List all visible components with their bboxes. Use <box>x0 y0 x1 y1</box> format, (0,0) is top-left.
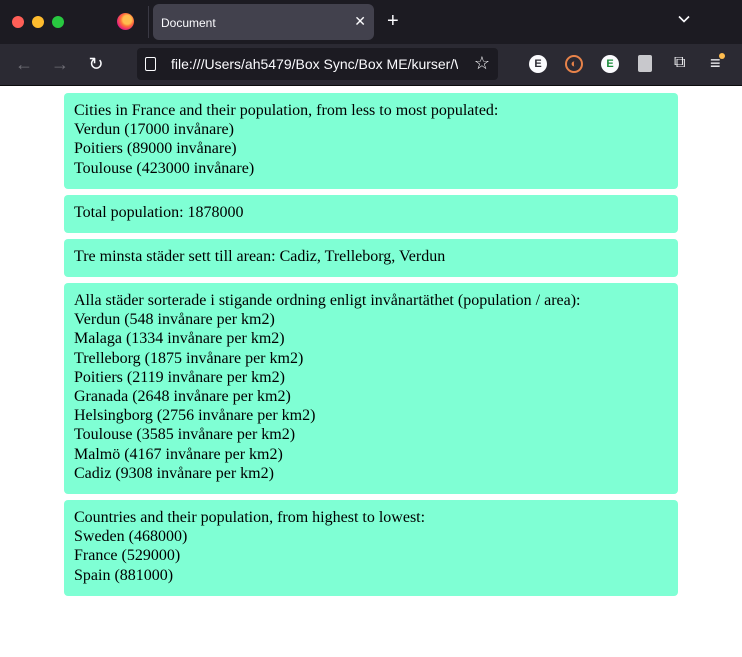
close-tab-icon[interactable]: ✕ <box>354 13 366 30</box>
extension-green-e-icon[interactable]: E <box>601 55 619 73</box>
cities-population-box: Cities in France and their population, f… <box>64 93 678 189</box>
extension-moon-icon[interactable]: ◐ <box>565 55 583 73</box>
countries-heading: Countries and their population, from hig… <box>74 509 426 526</box>
list-item: Sweden (468000) <box>74 528 188 546</box>
smallest-area-box: Tre minsta städer sett till arean: Cadiz… <box>64 239 678 277</box>
list-item: France (529000) <box>74 547 181 565</box>
list-item: Cadiz (9308 invånare per km2) <box>74 464 274 482</box>
minimize-window-button[interactable] <box>32 16 44 28</box>
extension-e-icon[interactable]: E <box>529 55 547 73</box>
list-item: Trelleborg (1875 invånare per km2) <box>74 349 304 367</box>
page-icon <box>145 57 156 71</box>
tab-divider <box>148 6 149 38</box>
extensions-puzzle-icon[interactable]: ⧉ <box>674 54 685 72</box>
reload-button[interactable]: ↻ <box>86 54 106 74</box>
extension-document-icon[interactable] <box>638 55 652 72</box>
forward-button[interactable]: → <box>50 54 70 74</box>
maximize-window-button[interactable] <box>52 16 64 28</box>
window-controls <box>12 16 64 28</box>
page-content: Cities in France and their population, f… <box>0 86 742 657</box>
close-window-button[interactable] <box>12 16 24 28</box>
url-bar[interactable]: file:///Users/ah5479/Box Sync/Box ME/kur… <box>137 48 498 80</box>
density-heading: Alla städer sorterade i stigande ordning… <box>74 292 581 309</box>
list-item: Malmö (4167 invånare per km2) <box>74 445 283 463</box>
list-item: Spain (881000) <box>74 566 174 584</box>
countries-population-box: Countries and their population, from hig… <box>64 500 678 596</box>
list-item: Verdun (548 invånare per km2) <box>74 311 275 329</box>
list-item: Verdun (17000 invånare) <box>74 121 234 139</box>
list-item: Helsingborg (2756 invånare per km2) <box>74 407 316 425</box>
smallest-area-text: Tre minsta städer sett till arean: Cadiz… <box>74 248 446 265</box>
density-box: Alla städer sorterade i stigande ordning… <box>64 283 678 494</box>
list-item: Granada (2648 invånare per km2) <box>74 388 291 406</box>
update-badge <box>719 53 725 59</box>
back-button[interactable]: ← <box>14 54 34 74</box>
list-all-tabs-button[interactable] <box>678 12 690 24</box>
list-item: Poitiers (2119 invånare per km2) <box>74 368 285 386</box>
new-tab-button[interactable]: + <box>387 9 399 33</box>
tab-document[interactable]: Document ✕ <box>153 4 374 40</box>
bookmark-star-icon[interactable]: ☆ <box>474 53 490 74</box>
total-population-box: Total population: 1878000 <box>64 195 678 233</box>
list-item: Malaga (1334 invånare per km2) <box>74 330 285 348</box>
list-item: Poitiers (89000 invånare) <box>74 140 237 158</box>
navigation-toolbar: ← → ↻ file:///Users/ah5479/Box Sync/Box … <box>0 44 742 86</box>
chevron-down-icon <box>678 15 690 23</box>
cities-heading: Cities in France and their population, f… <box>74 102 499 119</box>
total-population-text: Total population: 1878000 <box>74 204 244 221</box>
list-item: Toulouse (423000 invånare) <box>74 159 255 177</box>
url-text[interactable]: file:///Users/ah5479/Box Sync/Box ME/kur… <box>171 56 458 72</box>
title-bar: Document ✕ + <box>0 0 742 44</box>
firefox-icon[interactable] <box>117 13 134 30</box>
list-item: Toulouse (3585 invånare per km2) <box>74 426 296 444</box>
tab-title: Document <box>161 16 216 30</box>
